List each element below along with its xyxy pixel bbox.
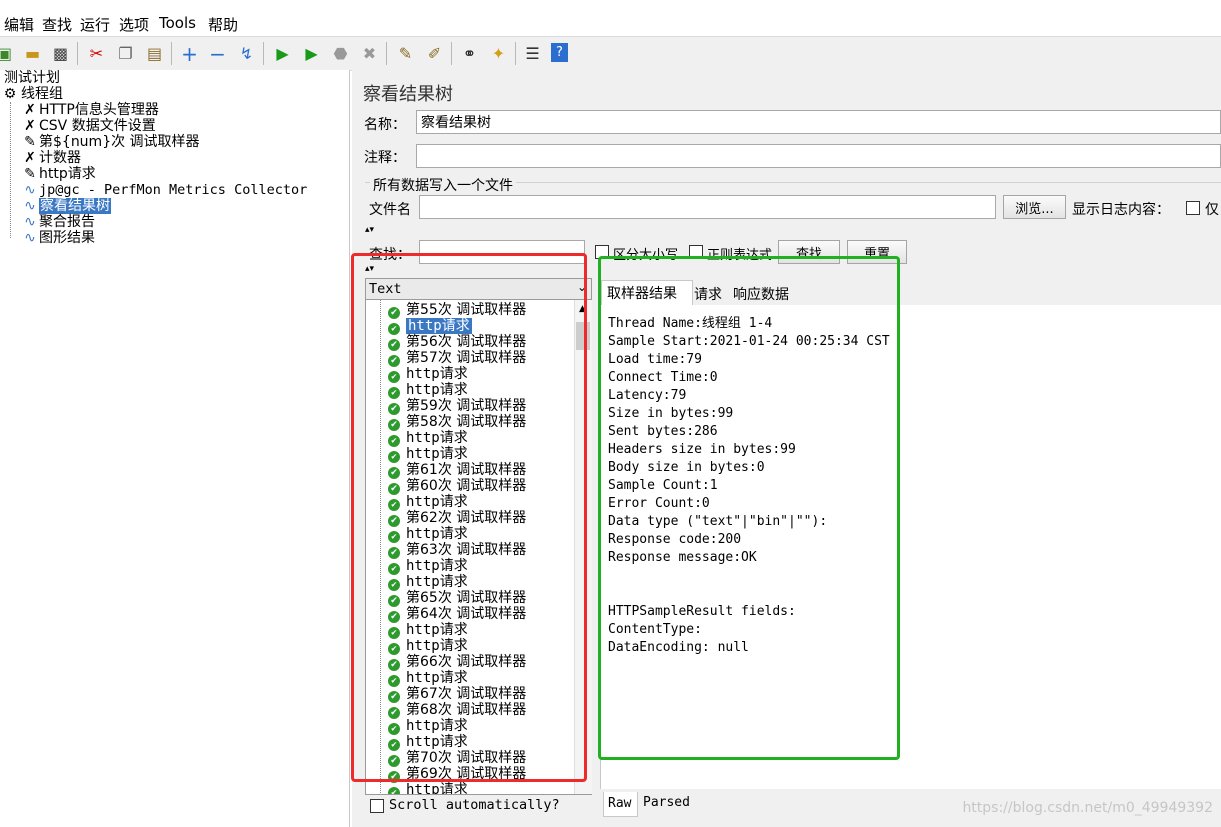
test-plan-tree: 测试计划 ⚙ 线程组 ✗ HTTP信息头管理器 ✗ CSV 数据文件设置 ✎ 第${nu… bbox=[0, 70, 350, 827]
comment-label: 注释： bbox=[364, 150, 406, 166]
red-annotation-box bbox=[351, 253, 587, 782]
wrench-icon: ✗ bbox=[24, 150, 36, 166]
chart-icon: ∿ bbox=[24, 182, 36, 198]
success-check-icon: ✔ bbox=[388, 787, 400, 794]
file-group-title: 所有数据写入一个文件 bbox=[370, 175, 516, 195]
menu-options[interactable]: 选项 bbox=[119, 14, 149, 35]
tree-node-perfmon[interactable]: ∿ jp@gc - PerfMon Metrics Collector bbox=[22, 182, 307, 198]
filename-label: 文件名 bbox=[369, 202, 411, 218]
toolbar: ▣ ▬ ▩ ✂ ❐ ▤ + − ↯ ▶ ▶ ⬣ ✖ ✎ ✐ ⚭ ✦ ☰ ? bbox=[0, 36, 1221, 71]
browse-button[interactable]: 浏览... bbox=[1003, 195, 1066, 219]
toolbar-separator bbox=[515, 42, 516, 65]
tree-node-aggregate-report[interactable]: ∿ 聚合报告 bbox=[22, 214, 95, 230]
tree-node-thread-group[interactable]: ⚙ 线程组 bbox=[2, 86, 63, 102]
chart-icon: ∿ bbox=[24, 214, 36, 230]
tree-node-debug-sampler[interactable]: ✎ 第${num}次 调试取样器 bbox=[22, 134, 199, 150]
toolbar-separator bbox=[451, 42, 452, 65]
menu-search[interactable]: 查找 bbox=[42, 14, 72, 35]
collapse-icon[interactable]: − bbox=[207, 43, 228, 64]
start-icon[interactable]: ▶ bbox=[272, 43, 293, 64]
expand-icon[interactable]: + bbox=[179, 43, 200, 64]
clear-all-icon[interactable]: ✐ bbox=[424, 43, 445, 64]
stop-icon[interactable]: ⬣ bbox=[330, 43, 351, 64]
green-annotation-box bbox=[598, 256, 900, 760]
toolbar-separator bbox=[77, 42, 78, 65]
toolbar-separator bbox=[386, 42, 387, 65]
tree-node-test-plan[interactable]: 测试计划 bbox=[4, 70, 60, 86]
menu-edit[interactable]: 编辑 bbox=[4, 14, 34, 35]
open-icon[interactable]: ▬ bbox=[22, 43, 43, 64]
toggle-icon[interactable]: ↯ bbox=[236, 43, 257, 64]
tree-node-csv-config[interactable]: ✗ CSV 数据文件设置 bbox=[22, 118, 156, 134]
result-row[interactable]: ✔ http请求 bbox=[388, 782, 468, 795]
menu-run[interactable]: 运行 bbox=[80, 14, 110, 35]
log-errors-only-checkbox[interactable] bbox=[1186, 201, 1200, 215]
wrench-icon: ✗ bbox=[24, 118, 36, 134]
menu-tools[interactable]: Tools bbox=[159, 14, 196, 32]
save-icon[interactable]: ▩ bbox=[50, 43, 71, 64]
chart-icon: ∿ bbox=[24, 198, 36, 214]
wrench-icon: ✗ bbox=[24, 102, 36, 118]
chart-icon: ∿ bbox=[24, 230, 36, 246]
start-no-pause-icon[interactable]: ▶ bbox=[301, 43, 322, 64]
tab-raw[interactable]: Raw bbox=[608, 796, 631, 811]
name-input[interactable] bbox=[416, 110, 1221, 134]
tab-parsed[interactable]: Parsed bbox=[643, 795, 690, 810]
copy-icon[interactable]: ❐ bbox=[115, 43, 136, 64]
pen-icon: ✎ bbox=[24, 134, 36, 150]
shutdown-icon[interactable]: ✖ bbox=[359, 43, 380, 64]
comment-input[interactable] bbox=[416, 144, 1221, 168]
tree-node-http-request[interactable]: ✎ http请求 bbox=[22, 166, 96, 182]
tree-node-view-results-tree[interactable]: ∿ 察看结果树 bbox=[22, 198, 111, 214]
paste-icon[interactable]: ▤ bbox=[144, 43, 165, 64]
new-icon[interactable]: ▣ bbox=[0, 43, 15, 64]
reset-search-icon[interactable]: ✦ bbox=[488, 43, 509, 64]
pen-icon: ✎ bbox=[24, 166, 36, 182]
search-icon[interactable]: ⚭ bbox=[459, 43, 480, 64]
splitter-arrows[interactable]: ▴▾ bbox=[365, 226, 374, 235]
help-icon[interactable]: ? bbox=[551, 43, 568, 62]
scroll-automatically-checkbox[interactable] bbox=[370, 799, 384, 813]
panel-title: 察看结果树 bbox=[363, 84, 453, 105]
tree-node-counter[interactable]: ✗ 计数器 bbox=[22, 150, 81, 166]
tree-node-graph-results[interactable]: ∿ 图形结果 bbox=[22, 230, 95, 246]
toolbar-separator bbox=[171, 42, 172, 65]
filename-input[interactable] bbox=[419, 195, 996, 219]
scroll-automatically-label: Scroll automatically? bbox=[389, 797, 560, 813]
log-option-label: 仅 bbox=[1205, 202, 1219, 218]
clear-icon[interactable]: ✎ bbox=[395, 43, 416, 64]
gear-icon: ⚙ bbox=[3, 86, 17, 102]
watermark: https://blog.csdn.net/m0_49949392 bbox=[962, 800, 1213, 816]
cut-icon[interactable]: ✂ bbox=[86, 43, 107, 64]
tree-node-header-manager[interactable]: ✗ HTTP信息头管理器 bbox=[22, 102, 159, 118]
toolbar-separator bbox=[263, 42, 264, 65]
tree-guide-line bbox=[10, 102, 11, 238]
menu-help[interactable]: 帮助 bbox=[208, 14, 238, 35]
name-label: 名称： bbox=[364, 117, 406, 133]
result-row-label: http请求 bbox=[406, 782, 468, 795]
function-helper-icon[interactable]: ☰ bbox=[522, 43, 543, 64]
menu-bar: 编辑 查找 运行 选项 Tools 帮助 bbox=[0, 8, 1221, 36]
log-content-label: 显示日志内容： bbox=[1072, 202, 1170, 218]
